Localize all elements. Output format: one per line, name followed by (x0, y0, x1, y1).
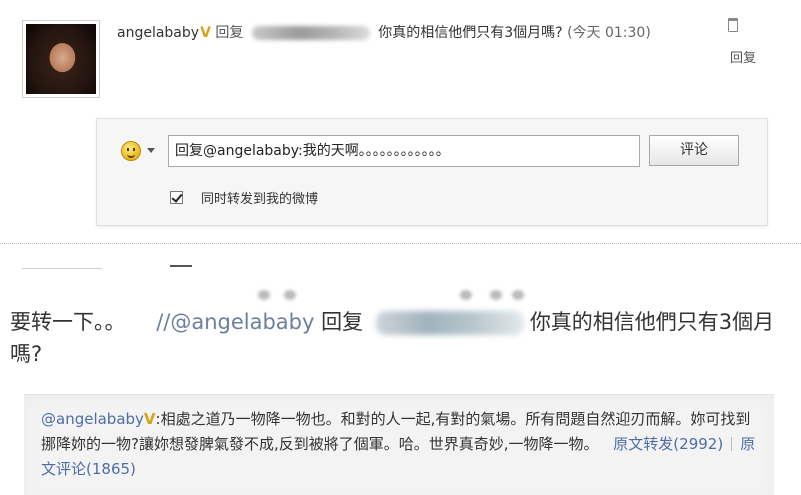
submit-comment-button[interactable]: 评论 (649, 135, 739, 166)
blurred-username (251, 26, 370, 40)
blur-artifact (258, 290, 270, 300)
chevron-down-icon[interactable] (147, 148, 155, 153)
divider (0, 243, 801, 244)
blurred-username (375, 311, 524, 335)
avatar[interactable] (22, 20, 100, 98)
quoted-author-link[interactable]: @angelababy (41, 410, 144, 428)
repost-comment: 要转一下。。 (10, 310, 126, 334)
reply-username[interactable]: angelababy (117, 25, 199, 41)
repost-mention-link[interactable]: //@angelababy (156, 310, 314, 334)
reply-time: (今天 01:30) (567, 25, 651, 41)
verified-badge-icon: V (143, 410, 156, 428)
blur-artifact (512, 290, 524, 300)
repost-text: 要转一下。。 //@angelababy 回复 你真的相信他們只有3個月嗎? (10, 306, 790, 370)
divider (22, 268, 102, 269)
forward-checkbox-label: 同时转发到我的微博 (201, 192, 319, 207)
forward-checkbox[interactable] (170, 191, 183, 204)
original-forward-link[interactable]: 原文转发(2992) (613, 435, 723, 453)
comment-form: 回复@angelababy:我的天啊。。。。。。。。。。。。 评论 同时转发到我… (96, 118, 768, 226)
avatar-image (26, 24, 96, 94)
quoted-post: @angelababyV:相處之道乃一物降一物也。和對的人一起,有對的氣場。所有… (24, 394, 774, 495)
repost-reply-word: 回复 (321, 310, 364, 334)
emoji-icon[interactable] (121, 141, 141, 161)
blur-artifact (490, 290, 502, 300)
comment-input[interactable]: 回复@angelababy:我的天啊。。。。。。。。。。。。 (168, 135, 640, 167)
blur-artifact (284, 290, 296, 300)
divider (731, 437, 733, 451)
quoted-post-text: @angelababyV:相處之道乃一物降一物也。和對的人一起,有對的氣場。所有… (41, 407, 761, 482)
reply-line: angelababyV 回复 你真的相信他們只有3個月嗎? (今天 01:30) (117, 22, 757, 44)
reply-text: 你真的相信他們只有3個月嗎? (378, 25, 563, 41)
divider (170, 265, 192, 267)
verified-badge-icon: V (200, 25, 211, 41)
reply-link[interactable]: 回复 (730, 47, 756, 66)
blur-artifact (460, 290, 472, 300)
delete-icon[interactable] (728, 18, 738, 32)
reply-word: 回复 (215, 25, 244, 41)
